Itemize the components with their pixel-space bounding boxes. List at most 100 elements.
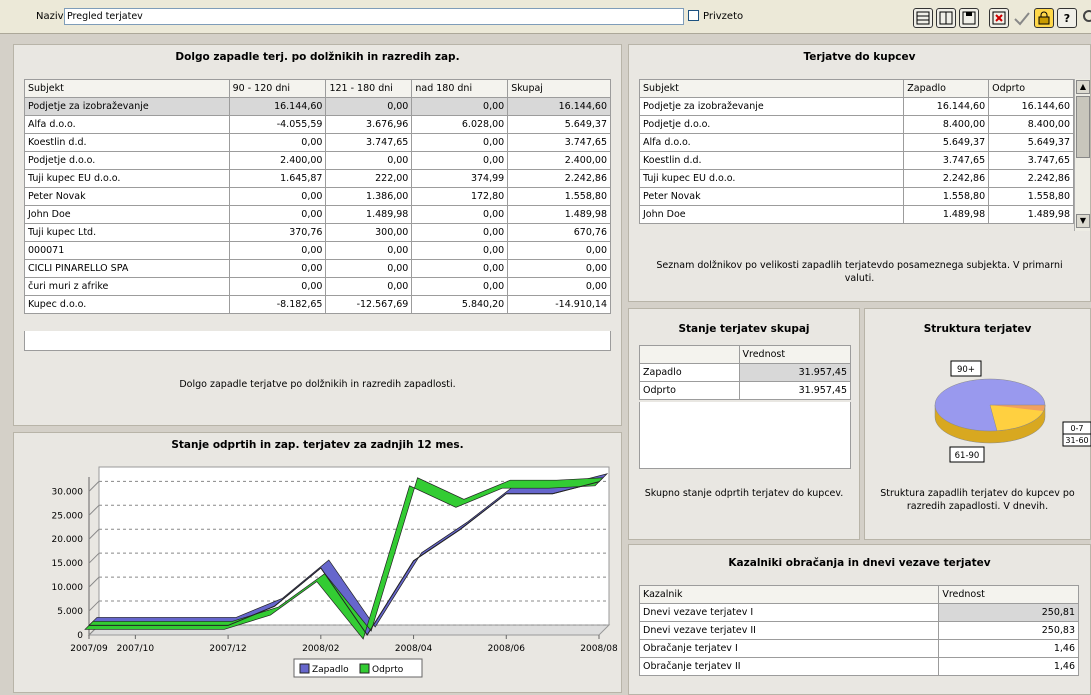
ratios-cell: 1,46 — [938, 639, 1079, 658]
aging-cell: Peter Novak — [24, 187, 230, 206]
ratios-header[interactable]: Vrednost — [938, 585, 1079, 604]
pie-chart: 90+ 0-7 31-60 61-90 — [934, 360, 1091, 463]
aging-cell: Podjetje d.o.o. — [24, 151, 230, 170]
customers-cell: Alfa d.o.o. — [638, 133, 905, 152]
scroll-down-button[interactable]: ▼ — [1076, 214, 1090, 228]
aging-table[interactable]: Subjekt 90 - 120 dni 121 - 180 dni nad 180 … — [24, 79, 611, 314]
totals-row[interactable]: Zapadlo 31.957,45 — [639, 363, 851, 382]
aging-cell: 0,00 — [411, 151, 509, 170]
y-tick-label: 10.000 — [52, 583, 84, 593]
totals-table[interactable]: Vrednost Zapadlo 31.957,45 Odprto 31.957,45 — [639, 345, 851, 400]
layout-columns-icon — [939, 11, 953, 25]
pie-label-61-90: 61-90 — [955, 451, 980, 461]
aging-row[interactable]: Peter Novak 0,00 1.386,00 172,80 1.558,80 — [24, 187, 611, 206]
aging-cell: 370,76 — [228, 223, 327, 242]
help-button[interactable]: ? — [1057, 8, 1077, 28]
confirm-button[interactable] — [1013, 10, 1031, 28]
save-button[interactable] — [959, 8, 979, 28]
aging-header[interactable]: 90 - 120 dni — [228, 79, 327, 98]
totals-cell: Odprto — [639, 381, 740, 400]
ratios-row[interactable]: Obračanje terjatev I 1,46 — [638, 639, 1079, 658]
aging-cell: 1.386,00 — [325, 187, 413, 206]
aging-header[interactable]: nad 180 dni — [411, 79, 509, 98]
layout-columns-button[interactable] — [936, 8, 956, 28]
ratios-row[interactable]: Dnevi vezave terjatev I 250,81 — [638, 603, 1079, 622]
delete-button[interactable] — [989, 8, 1009, 28]
aging-cell: 374,99 — [411, 169, 509, 188]
gridline-depth — [88, 528, 100, 540]
aging-cell: 0,00 — [507, 277, 611, 296]
customers-row[interactable]: Tuji kupec EU d.o.o. 2.242,86 2.242,86 — [638, 169, 1074, 188]
ratios-cell: Dnevi vezave terjatev II — [638, 621, 940, 640]
totals-description: Skupno stanje odprtih terjatev do kupcev… — [644, 488, 844, 499]
totals-row[interactable]: Odprto 31.957,45 — [639, 381, 851, 400]
scroll-thumb[interactable] — [1076, 96, 1090, 158]
aging-panel: Dolgo zapadle terj. po dolžnikih in razr… — [13, 44, 622, 426]
aging-row[interactable]: John Doe 0,00 1.489,98 0,00 1.489,98 — [24, 205, 611, 224]
aging-cell: 222,00 — [325, 169, 413, 188]
customers-cell: 5.649,37 — [988, 133, 1074, 152]
aging-title: Dolgo zapadle terj. po dolžnikih in razr… — [175, 51, 460, 63]
default-checkbox[interactable] — [688, 10, 699, 21]
customers-scrollbar[interactable]: ▲ ▼ — [1074, 79, 1090, 231]
aging-row[interactable]: CICLI PINARELLO SPA 0,00 0,00 0,00 0,00 — [24, 259, 611, 278]
ratios-row[interactable]: Dnevi vezave terjatev II 250,83 — [638, 621, 1079, 640]
aging-header[interactable]: 121 - 180 dni — [325, 79, 413, 98]
name-input[interactable]: Pregled terjatev — [64, 8, 684, 25]
customers-row[interactable]: Peter Novak 1.558,80 1.558,80 — [638, 187, 1074, 206]
customers-header[interactable]: Zapadlo — [903, 79, 990, 98]
ratios-title: Kazalniki obračanja in dnevi vezave terj… — [728, 557, 991, 569]
aging-cell: Podjetje za izobraževanje — [24, 97, 230, 116]
lock-button[interactable] — [1034, 8, 1054, 28]
aging-cell: 000071 — [24, 241, 230, 260]
aging-header[interactable]: Skupaj — [507, 79, 611, 98]
customers-row[interactable]: John Doe 1.489,98 1.489,98 — [638, 205, 1074, 224]
aging-row[interactable]: Kupec d.o.o. -8.182,65 -12.567,69 5.840,20-… — [24, 295, 611, 314]
gridline-depth — [88, 600, 100, 612]
aging-row[interactable]: Tuji kupec Ltd. 370,76 300,00 0,00 670,76 — [24, 223, 611, 242]
line-chart: 0 5.000 10.000 15.000 20.000 25.000 30.000 2007… — [52, 466, 618, 678]
ratios-row[interactable]: Obračanje terjatev II 1,46 — [638, 657, 1079, 676]
lock-icon — [1038, 11, 1050, 25]
aging-cell: 0,00 — [411, 241, 509, 260]
customers-row[interactable]: Koestlin d.d. 3.747,65 3.747,65 — [638, 151, 1074, 170]
customers-cell: Tuji kupec EU d.o.o. — [638, 169, 905, 188]
pie-label-0-7: 0-7 — [1070, 424, 1083, 433]
y-tick-label: 25.000 — [52, 511, 84, 521]
help-label: ? — [1063, 11, 1071, 25]
aging-cell: 1.558,80 — [507, 187, 611, 206]
aging-row[interactable]: Koestlin d.d. 0,00 3.747,65 0,00 3.747,65 — [24, 133, 611, 152]
customers-header[interactable]: Odprto — [988, 79, 1074, 98]
ratios-table[interactable]: Kazalnik Vrednost Dnevi vezave terjatev I… — [638, 585, 1079, 676]
aging-row[interactable]: čuri muri z afrike 0,00 0,00 0,00 0,00 — [24, 277, 611, 296]
aging-row[interactable]: Podjetje za izobraževanje 16.144,60 0,00 0,… — [24, 97, 611, 116]
gridline-depth — [88, 481, 100, 492]
gridline-depth — [88, 504, 100, 516]
aging-row[interactable]: Tuji kupec EU d.o.o. 1.645,87 222,00 374,99… — [24, 169, 611, 188]
aging-header[interactable]: Subjekt — [24, 79, 230, 98]
scroll-up-button[interactable]: ▲ — [1076, 80, 1090, 94]
structure-description: Struktura zapadlih terjatev do kupcev po… — [880, 488, 1075, 512]
customers-row[interactable]: Podjetje za izobraževanje 16.144,60 16.144… — [638, 97, 1074, 116]
ratios-cell: 250,83 — [938, 621, 1079, 640]
layout-rows-button[interactable] — [913, 8, 933, 28]
customers-title: Terjatve do kupcev — [803, 51, 916, 63]
customers-row[interactable]: Podjetje d.o.o. 8.400,00 8.400,00 — [638, 115, 1074, 134]
aging-cell: 1.489,98 — [325, 205, 413, 224]
aging-cell: 5.649,37 — [507, 115, 611, 134]
customers-table[interactable]: Subjekt Zapadlo Odprto Podjetje za izobraž… — [638, 79, 1074, 224]
checkmark-icon — [1014, 12, 1030, 26]
customers-cell: 1.489,98 — [903, 205, 990, 224]
aging-cell: 0,00 — [228, 187, 327, 206]
aging-row[interactable]: Alfa d.o.o. -4.055,59 3.676,96 6.028,00 5.64… — [24, 115, 611, 134]
gridline-depth — [88, 576, 100, 588]
customers-header[interactable]: Subjekt — [638, 79, 905, 98]
aging-row[interactable]: Podjetje d.o.o. 2.400,00 0,00 0,00 2.400,00 — [24, 151, 611, 170]
aging-row[interactable]: 000071 0,00 0,00 0,00 0,00 — [24, 241, 611, 260]
pie-label-90: 90+ — [957, 365, 975, 375]
settings-button[interactable] — [1081, 8, 1091, 24]
ratios-header[interactable]: Kazalnik — [638, 585, 940, 604]
aging-cell: 0,00 — [228, 277, 327, 296]
customers-row[interactable]: Alfa d.o.o. 5.649,37 5.649,37 — [638, 133, 1074, 152]
x-tick-label: 2007/09 — [70, 644, 108, 654]
